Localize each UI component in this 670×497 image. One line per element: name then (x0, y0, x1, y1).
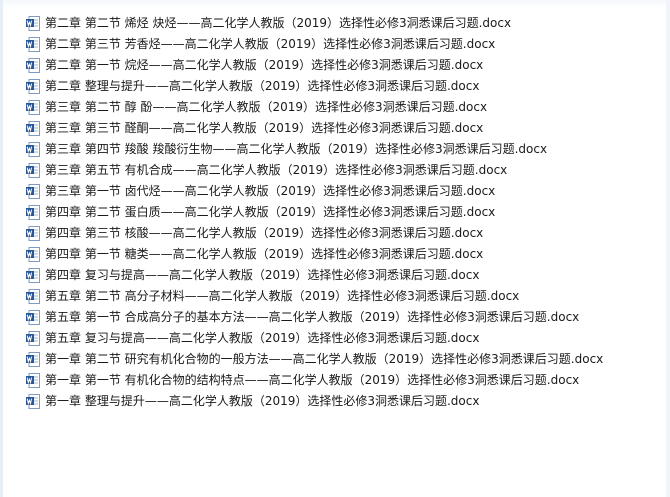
file-item[interactable]: 第四章 复习与提高——高二化学人教版（2019）选择性必修3洞悉课后习题.doc… (26, 265, 603, 286)
file-name: 第四章 第三节 核酸——高二化学人教版（2019）选择性必修3洞悉课后习题.do… (45, 226, 484, 240)
file-name: 第三章 第四节 羧酸 羧酸衍生物——高二化学人教版（2019）选择性必修3洞悉课… (45, 142, 548, 156)
file-item[interactable]: 第三章 第二节 醇 酚——高二化学人教版（2019）选择性必修3洞悉课后习题.d… (26, 97, 603, 118)
word-doc-icon (26, 79, 40, 94)
word-doc-icon (26, 16, 40, 31)
window-left-edge (0, 0, 3, 497)
word-doc-icon (26, 121, 40, 136)
file-name: 第三章 第三节 醛酮——高二化学人教版（2019）选择性必修3洞悉课后习题.do… (45, 121, 484, 135)
word-doc-icon (26, 184, 40, 199)
word-doc-icon (26, 331, 40, 346)
file-item[interactable]: 第四章 第二节 蛋白质——高二化学人教版（2019）选择性必修3洞悉课后习题.d… (26, 202, 603, 223)
file-name: 第二章 整理与提升——高二化学人教版（2019）选择性必修3洞悉课后习题.doc… (45, 79, 480, 93)
word-doc-icon (26, 100, 40, 115)
file-item[interactable]: 第二章 第一节 烷烃——高二化学人教版（2019）选择性必修3洞悉课后习题.do… (26, 55, 603, 76)
word-doc-icon (26, 394, 40, 409)
file-item[interactable]: 第三章 第三节 醛酮——高二化学人教版（2019）选择性必修3洞悉课后习题.do… (26, 118, 603, 139)
file-name: 第三章 第一节 卤代烃——高二化学人教版（2019）选择性必修3洞悉课后习题.d… (45, 184, 496, 198)
file-name: 第五章 第二节 高分子材料——高二化学人教版（2019）选择性必修3洞悉课后习题… (45, 289, 520, 303)
file-name: 第一章 整理与提升——高二化学人教版（2019）选择性必修3洞悉课后习题.doc… (45, 394, 480, 408)
word-doc-icon (26, 268, 40, 283)
file-item[interactable]: 第一章 第一节 有机化合物的结构特点——高二化学人教版（2019）选择性必修3洞… (26, 370, 603, 391)
file-item[interactable]: 第五章 第二节 高分子材料——高二化学人教版（2019）选择性必修3洞悉课后习题… (26, 286, 603, 307)
file-item[interactable]: 第五章 复习与提高——高二化学人教版（2019）选择性必修3洞悉课后习题.doc… (26, 328, 603, 349)
file-name: 第四章 第二节 蛋白质——高二化学人教版（2019）选择性必修3洞悉课后习题.d… (45, 205, 496, 219)
word-doc-icon (26, 289, 40, 304)
scrollbar-track[interactable] (666, 0, 670, 497)
word-doc-icon (26, 373, 40, 388)
file-item[interactable]: 第二章 整理与提升——高二化学人教版（2019）选择性必修3洞悉课后习题.doc… (26, 76, 603, 97)
word-doc-icon (26, 310, 40, 325)
word-doc-icon (26, 142, 40, 157)
file-item[interactable]: 第三章 第一节 卤代烃——高二化学人教版（2019）选择性必修3洞悉课后习题.d… (26, 181, 603, 202)
word-doc-icon (26, 163, 40, 178)
word-doc-icon (26, 58, 40, 73)
file-name: 第三章 第二节 醇 酚——高二化学人教版（2019）选择性必修3洞悉课后习题.d… (45, 100, 488, 114)
file-name: 第五章 复习与提高——高二化学人教版（2019）选择性必修3洞悉课后习题.doc… (45, 331, 480, 345)
file-name: 第三章 第五节 有机合成——高二化学人教版（2019）选择性必修3洞悉课后习题.… (45, 163, 508, 177)
file-item[interactable]: 第三章 第五节 有机合成——高二化学人教版（2019）选择性必修3洞悉课后习题.… (26, 160, 603, 181)
word-doc-icon (26, 37, 40, 52)
file-name: 第四章 复习与提高——高二化学人教版（2019）选择性必修3洞悉课后习题.doc… (45, 268, 480, 282)
file-name: 第四章 第一节 糖类——高二化学人教版（2019）选择性必修3洞悉课后习题.do… (45, 247, 484, 261)
file-item[interactable]: 第三章 第四节 羧酸 羧酸衍生物——高二化学人教版（2019）选择性必修3洞悉课… (26, 139, 603, 160)
word-doc-icon (26, 226, 40, 241)
file-name: 第五章 第一节 合成高分子的基本方法——高二化学人教版（2019）选择性必修3洞… (45, 310, 580, 324)
window-top-strip (0, 0, 670, 8)
file-name: 第二章 第二节 烯烃 炔烃——高二化学人教版（2019）选择性必修3洞悉课后习题… (45, 16, 512, 30)
file-item[interactable]: 第五章 第一节 合成高分子的基本方法——高二化学人教版（2019）选择性必修3洞… (26, 307, 603, 328)
file-name: 第一章 第二节 研究有机化合物的一般方法——高二化学人教版（2019）选择性必修… (45, 352, 604, 366)
file-name: 第二章 第一节 烷烃——高二化学人教版（2019）选择性必修3洞悉课后习题.do… (45, 58, 484, 72)
word-doc-icon (26, 205, 40, 220)
file-explorer-window: 第二章 第二节 烯烃 炔烃——高二化学人教版（2019）选择性必修3洞悉课后习题… (0, 0, 670, 497)
word-doc-icon (26, 247, 40, 262)
file-item[interactable]: 第二章 第三节 芳香烃——高二化学人教版（2019）选择性必修3洞悉课后习题.d… (26, 34, 603, 55)
file-name: 第二章 第三节 芳香烃——高二化学人教版（2019）选择性必修3洞悉课后习题.d… (45, 37, 496, 51)
file-list: 第二章 第二节 烯烃 炔烃——高二化学人教版（2019）选择性必修3洞悉课后习题… (26, 13, 603, 412)
file-name: 第一章 第一节 有机化合物的结构特点——高二化学人教版（2019）选择性必修3洞… (45, 373, 580, 387)
file-item[interactable]: 第四章 第三节 核酸——高二化学人教版（2019）选择性必修3洞悉课后习题.do… (26, 223, 603, 244)
file-item[interactable]: 第二章 第二节 烯烃 炔烃——高二化学人教版（2019）选择性必修3洞悉课后习题… (26, 13, 603, 34)
word-doc-icon (26, 352, 40, 367)
file-item[interactable]: 第一章 第二节 研究有机化合物的一般方法——高二化学人教版（2019）选择性必修… (26, 349, 603, 370)
file-item[interactable]: 第四章 第一节 糖类——高二化学人教版（2019）选择性必修3洞悉课后习题.do… (26, 244, 603, 265)
file-item[interactable]: 第一章 整理与提升——高二化学人教版（2019）选择性必修3洞悉课后习题.doc… (26, 391, 603, 412)
